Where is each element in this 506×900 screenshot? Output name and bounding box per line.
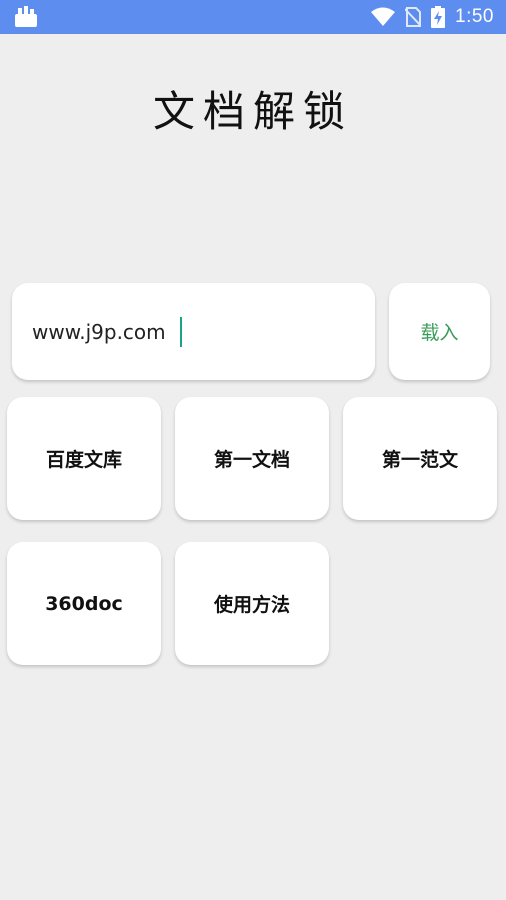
diyi-fanwen-button[interactable]: 第一范文 xyxy=(343,397,497,520)
usage-help-button[interactable]: 使用方法 xyxy=(175,542,329,665)
360doc-button[interactable]: 360doc xyxy=(7,542,161,665)
url-input-card xyxy=(12,283,375,380)
load-button[interactable]: 载入 xyxy=(389,283,490,380)
url-input[interactable] xyxy=(32,313,352,351)
baidu-wenku-button[interactable]: 百度文库 xyxy=(7,397,161,520)
text-cursor xyxy=(180,317,182,347)
app-notification-icon xyxy=(15,6,37,27)
status-bar: 1:50 xyxy=(0,0,506,34)
page-title: 文档解锁 xyxy=(152,87,353,136)
battery-charging-icon xyxy=(431,6,446,28)
wifi-icon xyxy=(371,7,396,26)
status-time: 1:50 xyxy=(455,6,494,27)
no-sim-icon xyxy=(405,7,422,27)
diyi-wendang-button[interactable]: 第一文档 xyxy=(175,397,329,520)
